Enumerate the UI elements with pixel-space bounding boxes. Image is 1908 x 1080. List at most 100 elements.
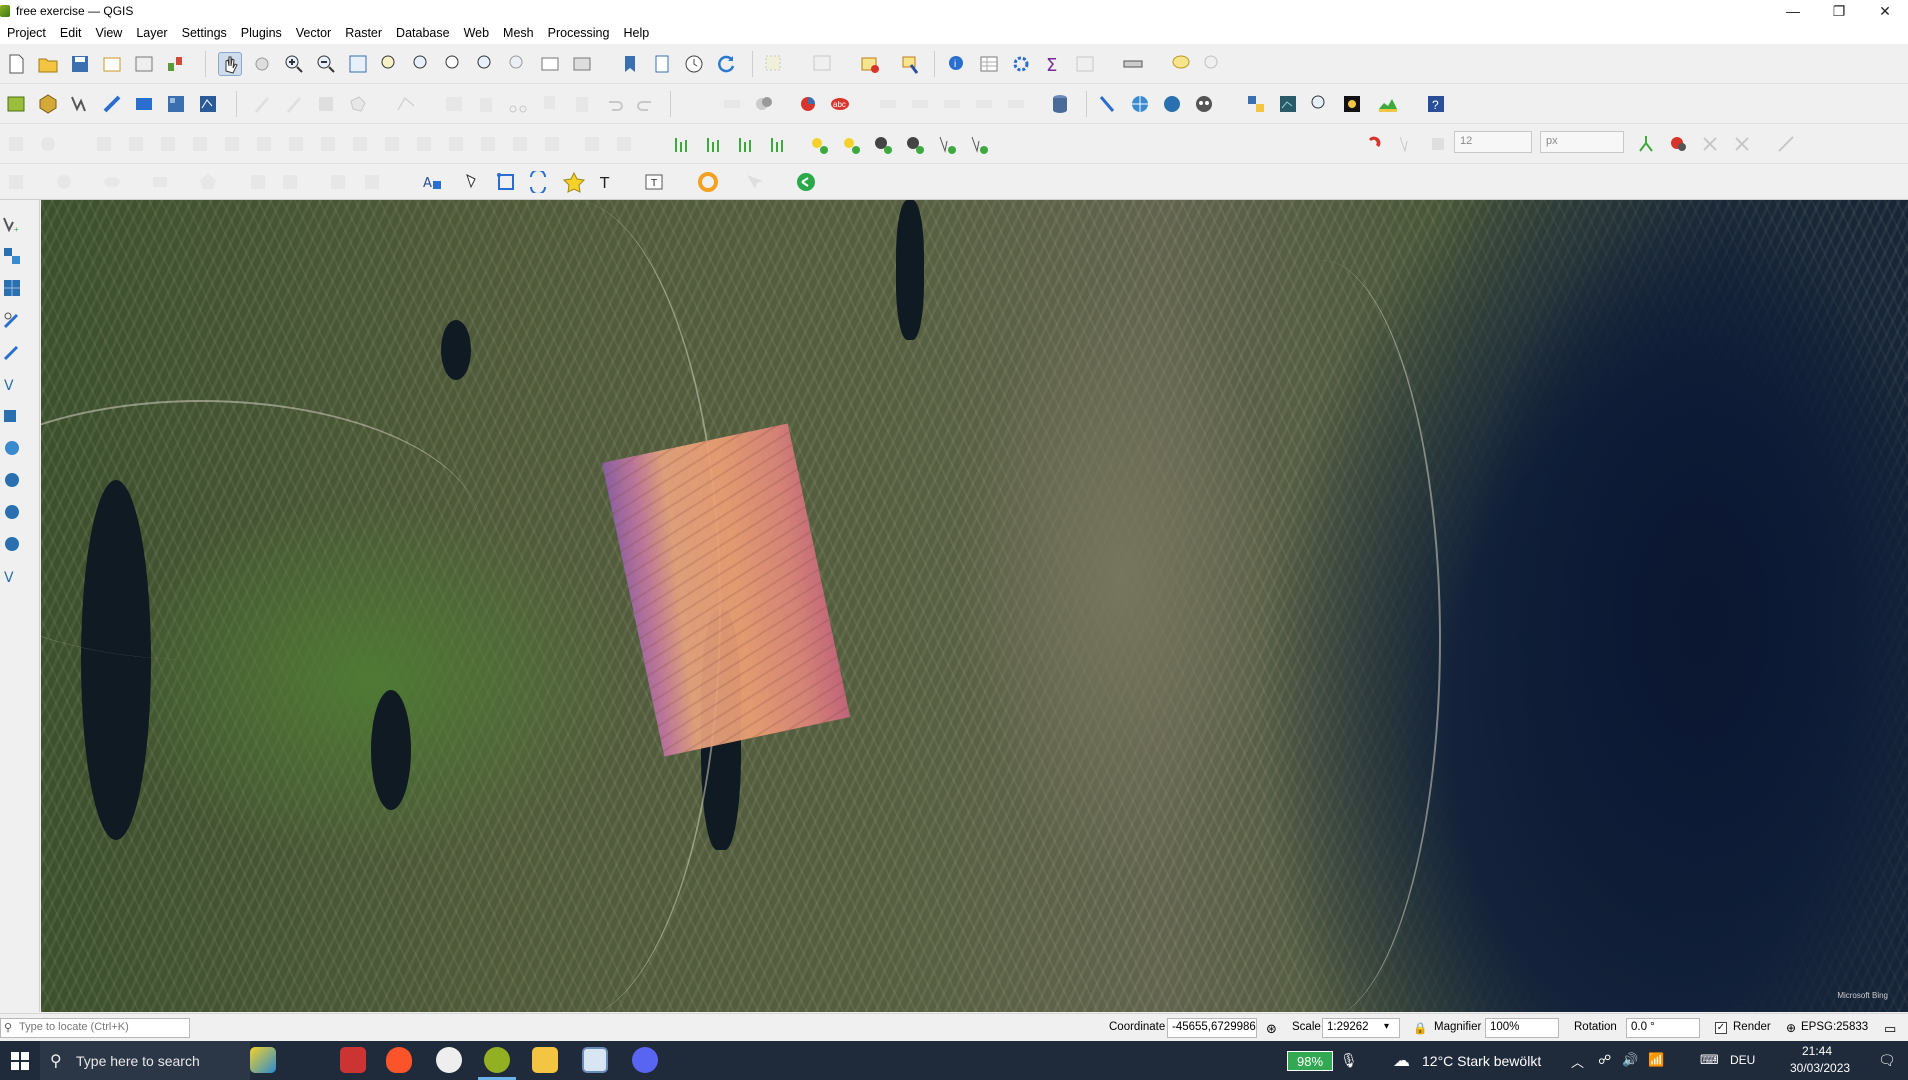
point-cluster-icon[interactable]: [766, 132, 790, 156]
keyboard-icon[interactable]: ⌨: [1700, 1052, 1719, 1068]
add-delimited-text-icon[interactable]: +: [2, 214, 24, 236]
form-annotation-icon[interactable]: [526, 170, 550, 194]
fill-ring-icon[interactable]: [284, 132, 308, 156]
locator-search-input[interactable]: ⚲ Type to locate (Ctrl+K): [0, 1018, 190, 1038]
scale-dropdown-icon[interactable]: ▾: [1384, 1021, 1389, 1032]
topological-editing-icon[interactable]: [1634, 132, 1658, 156]
avoid-overlap-icon[interactable]: [1774, 132, 1798, 156]
trim-extend-icon[interactable]: [476, 132, 500, 156]
battery-indicator[interactable]: 98%: [1287, 1051, 1333, 1071]
delete-part-icon[interactable]: [348, 132, 372, 156]
menu-vector[interactable]: Vector: [289, 22, 338, 44]
add-raster-layer-icon[interactable]: [2, 246, 24, 268]
move-annotation-icon[interactable]: T: [642, 170, 666, 194]
new-project-icon[interactable]: [4, 52, 28, 76]
notifications-icon[interactable]: 🗨: [1878, 1052, 1896, 1069]
crs-button[interactable]: EPSG:25833: [1801, 1021, 1868, 1033]
chrome-browser-icon[interactable]: [436, 1047, 462, 1073]
toggle-extents-icon[interactable]: ⊛: [1266, 1021, 1277, 1037]
split-features-icon[interactable]: [508, 132, 532, 156]
star-annotation-icon[interactable]: [562, 170, 586, 194]
quickmapservices-icon[interactable]: [1276, 92, 1300, 116]
delete-selected-icon[interactable]: [474, 92, 498, 116]
processing-toolbox-icon[interactable]: [1009, 52, 1033, 76]
map-canvas[interactable]: Microsoft Bing: [41, 200, 1908, 1012]
digitizing-grid-icon[interactable]: [278, 170, 302, 194]
digitize-with-segment-icon[interactable]: [702, 132, 726, 156]
language-indicator[interactable]: DEU: [1730, 1053, 1755, 1067]
zoom-out-icon[interactable]: [314, 52, 338, 76]
coordinate-field[interactable]: -45655,6729986: [1167, 1018, 1257, 1038]
add-vertex-icon[interactable]: [934, 132, 958, 156]
menu-settings[interactable]: Settings: [175, 22, 234, 44]
tray-chevron-icon[interactable]: ︿: [1571, 1052, 1584, 1071]
deselect-all-icon[interactable]: [858, 52, 882, 76]
layout-manager-icon[interactable]: [132, 52, 156, 76]
add-part-icon[interactable]: [252, 132, 276, 156]
undo-icon[interactable]: [602, 92, 626, 116]
snapping-magnet-icon[interactable]: [1362, 132, 1386, 156]
add-polygon-icon[interactable]: [346, 92, 370, 116]
rotate-feature-icon[interactable]: [156, 132, 180, 156]
menu-view[interactable]: View: [88, 22, 129, 44]
add-line-sun-icon[interactable]: [838, 132, 862, 156]
bookmark-icon[interactable]: [618, 52, 642, 76]
snapping-unit-select[interactable]: px: [1540, 131, 1624, 153]
qgis-taskbar-icon[interactable]: [484, 1047, 510, 1073]
shape-digitize-icon[interactable]: [670, 132, 694, 156]
locator-icon[interactable]: [1201, 52, 1225, 76]
copy-move-feature-icon[interactable]: [124, 132, 148, 156]
clock-time[interactable]: 21:44: [1802, 1044, 1832, 1058]
taskbar-search-box[interactable]: ⚲ Type here to search: [40, 1041, 250, 1080]
close-button[interactable]: ✕: [1862, 0, 1908, 22]
add-arcgis-layer-icon[interactable]: [2, 406, 24, 428]
simplify-feature-icon[interactable]: [188, 132, 212, 156]
split-parts-icon[interactable]: [540, 132, 564, 156]
attribute-form-icon[interactable]: [246, 170, 270, 194]
snapping-self-icon[interactable]: [1698, 132, 1722, 156]
microphone-icon[interactable]: 🎙: [1340, 1052, 1358, 1069]
create-polygon-icon[interactable]: [4, 170, 28, 194]
clock-date[interactable]: 30/03/2023: [1790, 1061, 1850, 1075]
add-vector-tile-layer-icon[interactable]: V: [2, 566, 24, 588]
change-label-icon[interactable]: [972, 92, 996, 116]
layer-diagram-icon[interactable]: [796, 92, 820, 116]
stream-digitize-icon[interactable]: [734, 132, 758, 156]
georeferencer-icon[interactable]: [1096, 92, 1120, 116]
minimize-button[interactable]: —: [1770, 0, 1816, 22]
street-view-icon[interactable]: [1340, 92, 1364, 116]
add-circle-icon[interactable]: [36, 132, 60, 156]
menu-edit[interactable]: Edit: [53, 22, 89, 44]
highlight-label-icon[interactable]: [876, 92, 900, 116]
zoom-full-icon[interactable]: [346, 52, 370, 76]
merge-features-icon[interactable]: [580, 132, 604, 156]
create-ellipse-icon[interactable]: [100, 170, 124, 194]
brave-browser-icon[interactable]: [386, 1047, 412, 1073]
style-manager-icon[interactable]: [164, 52, 188, 76]
app-window-icon[interactable]: [582, 1047, 608, 1073]
add-wfs-layer-icon[interactable]: [2, 534, 24, 556]
new-spatialite-icon[interactable]: [100, 92, 124, 116]
identify-features-icon[interactable]: i: [945, 52, 969, 76]
open-project-icon[interactable]: [36, 52, 60, 76]
metasearch-icon[interactable]: [1192, 92, 1216, 116]
python-console-icon[interactable]: [1244, 92, 1268, 116]
annotation-cursor-icon[interactable]: [742, 170, 766, 194]
temporal-controller-icon[interactable]: [682, 52, 706, 76]
zoom-in-icon[interactable]: [282, 52, 306, 76]
create-regular-polygon-icon[interactable]: [196, 170, 220, 194]
zoom-to-layer-icon[interactable]: [410, 52, 434, 76]
new-geopackage-icon[interactable]: [36, 92, 60, 116]
toggle-editing-icon[interactable]: [282, 92, 306, 116]
menu-database[interactable]: Database: [389, 22, 457, 44]
reverse-line-icon[interactable]: [444, 132, 468, 156]
messages-icon[interactable]: ▭: [1884, 1021, 1896, 1037]
menu-processing[interactable]: Processing: [541, 22, 617, 44]
add-polygon-sun-icon[interactable]: [870, 132, 894, 156]
add-ring-icon[interactable]: [220, 132, 244, 156]
snipping-tool-icon[interactable]: [340, 1047, 366, 1073]
wms-icon[interactable]: [1128, 92, 1152, 116]
magnifier-field[interactable]: 100%: [1485, 1018, 1559, 1038]
advanced-digitize-icon[interactable]: [4, 132, 28, 156]
lock-scale-icon[interactable]: 🔒: [1413, 1021, 1427, 1035]
